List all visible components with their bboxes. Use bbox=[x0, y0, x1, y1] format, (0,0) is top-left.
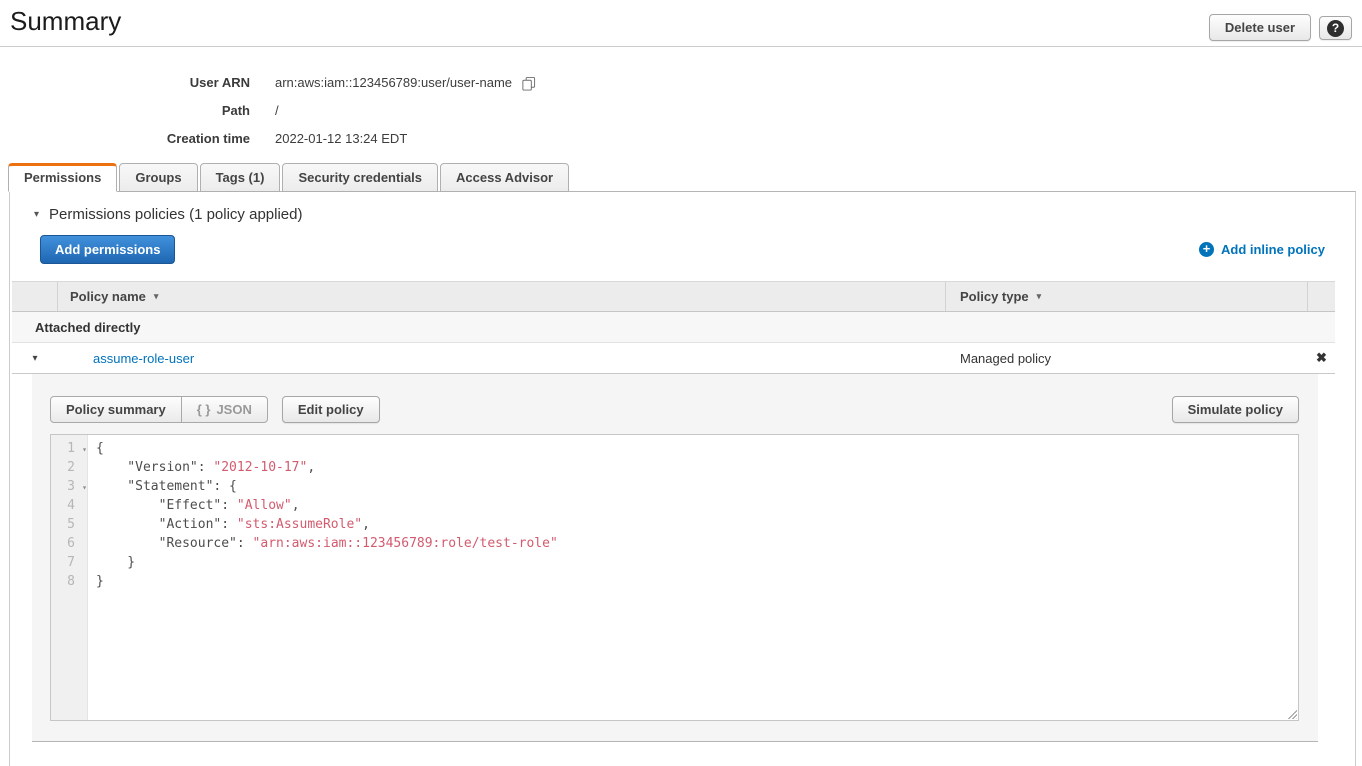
tab-bar: Permissions Groups Tags (1) Security cre… bbox=[8, 163, 1362, 191]
column-policy-type[interactable]: Policy type ▾ bbox=[946, 282, 1308, 311]
permissions-policies-title: Permissions policies (1 policy applied) bbox=[49, 206, 302, 223]
policy-detail-toolbar: Policy summary { } JSON Edit policy Simu… bbox=[50, 396, 1299, 423]
plus-circle-icon: + bbox=[1199, 242, 1214, 257]
help-icon: ? bbox=[1327, 20, 1344, 37]
page-title: Summary bbox=[10, 6, 121, 37]
policy-actions-row: Add permissions + Add inline policy bbox=[40, 235, 1325, 264]
column-policy-name[interactable]: Policy name ▾ bbox=[58, 282, 946, 311]
user-arn-label: User ARN bbox=[0, 75, 250, 90]
copy-icon[interactable] bbox=[521, 76, 536, 91]
policy-name-link[interactable]: assume-role-user bbox=[93, 351, 194, 366]
header-actions: Delete user ? bbox=[1209, 14, 1352, 41]
gutter-line: 4 bbox=[51, 496, 87, 515]
code-line: "Action": "sts:AssumeRole", bbox=[96, 515, 558, 534]
fold-caret-icon[interactable]: ▾ bbox=[82, 440, 87, 459]
sort-caret-icon: ▾ bbox=[1037, 291, 1042, 302]
gutter-line: 3▾ bbox=[51, 477, 87, 496]
group-row-attached-directly: Attached directly bbox=[12, 312, 1335, 343]
json-tab-button[interactable]: { } JSON bbox=[181, 396, 268, 423]
editor-gutter: 1▾23▾45678 bbox=[51, 435, 88, 720]
header-action-cell bbox=[1308, 282, 1335, 311]
code-line: "Resource": "arn:aws:iam::123456789:role… bbox=[96, 534, 558, 553]
add-inline-policy-label: Add inline policy bbox=[1221, 242, 1325, 257]
creation-time-label: Creation time bbox=[0, 131, 250, 146]
gutter-line: 6 bbox=[51, 534, 87, 553]
page-header: Summary Delete user ? bbox=[0, 0, 1362, 47]
add-inline-policy-link[interactable]: + Add inline policy bbox=[1199, 242, 1325, 257]
edit-policy-button[interactable]: Edit policy bbox=[282, 396, 380, 423]
policy-row: ▾ assume-role-user Managed policy ✖ bbox=[12, 343, 1335, 374]
detach-policy-icon[interactable]: ✖ bbox=[1316, 350, 1327, 366]
creation-time-value: 2022-01-12 13:24 EDT bbox=[275, 131, 407, 146]
user-arn-value: arn:aws:iam::123456789:user/user-name bbox=[275, 75, 512, 90]
field-row-path: Path / bbox=[0, 96, 1362, 124]
row-expander-icon[interactable]: ▾ bbox=[32, 353, 37, 364]
code-line: } bbox=[96, 553, 558, 572]
path-label: Path bbox=[0, 103, 250, 118]
simulate-policy-button[interactable]: Simulate policy bbox=[1172, 396, 1299, 423]
field-row-creation-time: Creation time 2022-01-12 13:24 EDT bbox=[0, 124, 1362, 152]
policy-summary-tab-button[interactable]: Policy summary bbox=[50, 396, 182, 423]
gutter-line: 2 bbox=[51, 458, 87, 477]
json-policy-editor[interactable]: 1▾23▾45678 { "Version": "2012-10-17", "S… bbox=[50, 434, 1299, 721]
tab-security-credentials[interactable]: Security credentials bbox=[282, 163, 438, 192]
code-line: } bbox=[96, 572, 558, 591]
editor-code: { "Version": "2012-10-17", "Statement": … bbox=[88, 435, 558, 720]
policy-table-header: Policy name ▾ Policy type ▾ bbox=[12, 281, 1335, 312]
delete-user-button[interactable]: Delete user bbox=[1209, 14, 1311, 41]
help-button[interactable]: ? bbox=[1319, 16, 1352, 40]
fold-caret-icon[interactable]: ▾ bbox=[82, 478, 87, 497]
add-permissions-button[interactable]: Add permissions bbox=[40, 235, 175, 264]
tab-tags[interactable]: Tags (1) bbox=[200, 163, 281, 192]
user-details: User ARN arn:aws:iam::123456789:user/use… bbox=[0, 68, 1362, 152]
header-expand-cell bbox=[12, 282, 58, 311]
tab-permissions[interactable]: Permissions bbox=[8, 163, 117, 192]
field-row-user-arn: User ARN arn:aws:iam::123456789:user/use… bbox=[0, 68, 1362, 96]
tab-access-advisor[interactable]: Access Advisor bbox=[440, 163, 569, 192]
gutter-line: 8 bbox=[51, 572, 87, 591]
policy-type-value: Managed policy bbox=[946, 351, 1308, 366]
collapse-caret-icon: ▾ bbox=[34, 209, 39, 220]
permissions-tab-panel: ▾ Permissions policies (1 policy applied… bbox=[9, 191, 1356, 766]
permissions-policies-section-toggle[interactable]: ▾ Permissions policies (1 policy applied… bbox=[34, 206, 1355, 223]
editor-resize-grip[interactable] bbox=[1286, 708, 1297, 719]
tab-groups[interactable]: Groups bbox=[119, 163, 197, 192]
code-line: "Effect": "Allow", bbox=[96, 496, 558, 515]
policy-detail-panel: Policy summary { } JSON Edit policy Simu… bbox=[32, 374, 1318, 742]
policy-view-switcher: Policy summary { } JSON bbox=[50, 396, 268, 423]
code-line: "Statement": { bbox=[96, 477, 558, 496]
policy-table: Policy name ▾ Policy type ▾ Attached dir… bbox=[12, 281, 1335, 742]
sort-caret-icon: ▾ bbox=[154, 291, 159, 302]
gutter-line: 5 bbox=[51, 515, 87, 534]
gutter-line: 7 bbox=[51, 553, 87, 572]
code-line: { bbox=[96, 439, 558, 458]
path-value: / bbox=[275, 103, 279, 118]
braces-icon: { } bbox=[197, 402, 211, 417]
code-line: "Version": "2012-10-17", bbox=[96, 458, 558, 477]
gutter-line: 1▾ bbox=[51, 439, 87, 458]
